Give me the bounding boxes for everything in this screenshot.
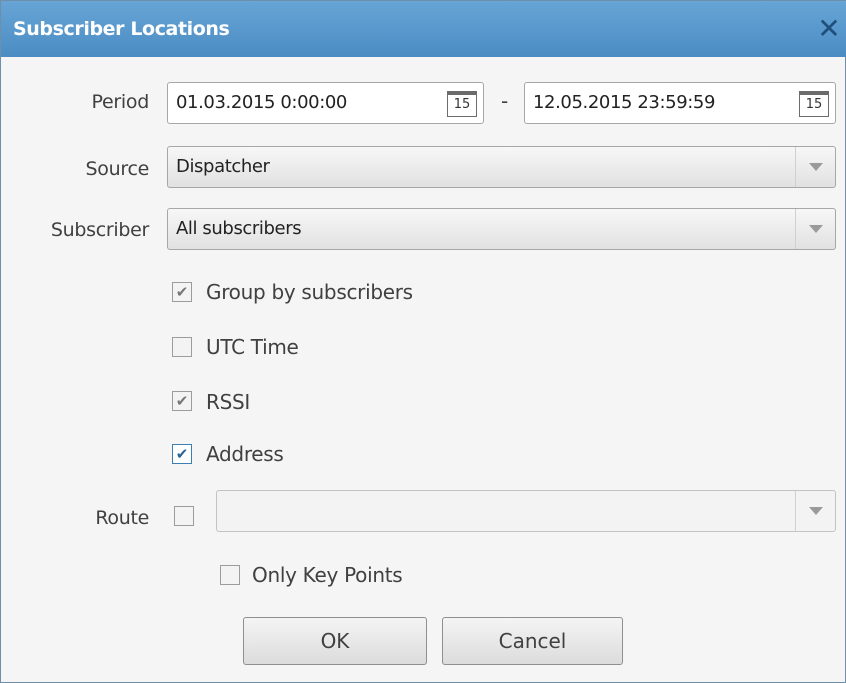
route-dropdown[interactable]	[216, 490, 836, 532]
period-to-value: 12.05.2015 23:59:59	[533, 92, 716, 113]
utc-time-label[interactable]: UTC Time	[206, 335, 299, 359]
ok-button[interactable]: OK	[243, 617, 427, 665]
only-key-points-checkbox[interactable]	[220, 565, 240, 585]
chevron-down-icon[interactable]	[795, 147, 835, 187]
title-bar[interactable]: Subscriber Locations ✕	[1, 1, 846, 57]
group-by-subscribers-checkbox[interactable]: ✔	[172, 282, 192, 302]
cancel-button[interactable]: Cancel	[442, 617, 623, 665]
address-checkbox[interactable]: ✔	[172, 444, 192, 464]
period-from-input[interactable]: 01.03.2015 0:00:00 15	[167, 82, 484, 124]
period-to-input[interactable]: 12.05.2015 23:59:59 15	[524, 82, 836, 124]
chevron-down-icon[interactable]	[795, 491, 835, 531]
period-from-value: 01.03.2015 0:00:00	[176, 92, 347, 113]
calendar-icon[interactable]: 15	[799, 91, 829, 117]
dialog-title: Subscriber Locations	[13, 18, 230, 40]
period-label: Period	[91, 91, 150, 113]
subscriber-dropdown[interactable]: All subscribers	[167, 208, 836, 250]
route-label: Route	[95, 507, 149, 529]
calendar-icon[interactable]: 15	[447, 91, 477, 117]
close-icon[interactable]: ✕	[815, 15, 843, 43]
period-separator: -	[501, 89, 509, 113]
rssi-label[interactable]: RSSI	[206, 390, 250, 414]
rssi-checkbox[interactable]: ✔	[172, 391, 192, 411]
route-checkbox[interactable]	[174, 506, 194, 526]
group-by-subscribers-label[interactable]: Group by subscribers	[206, 280, 413, 304]
source-selected: Dispatcher	[176, 156, 270, 177]
source-dropdown[interactable]: Dispatcher	[167, 146, 836, 188]
address-label[interactable]: Address	[206, 442, 284, 466]
source-label: Source	[85, 158, 150, 180]
utc-time-checkbox[interactable]	[172, 337, 192, 357]
subscriber-label: Subscriber	[50, 219, 149, 241]
chevron-down-icon[interactable]	[795, 209, 835, 249]
only-key-points-label[interactable]: Only Key Points	[252, 563, 403, 587]
subscriber-locations-dialog: Subscriber Locations ✕ Period 01.03.2015…	[0, 0, 846, 683]
subscriber-selected: All subscribers	[176, 218, 302, 239]
